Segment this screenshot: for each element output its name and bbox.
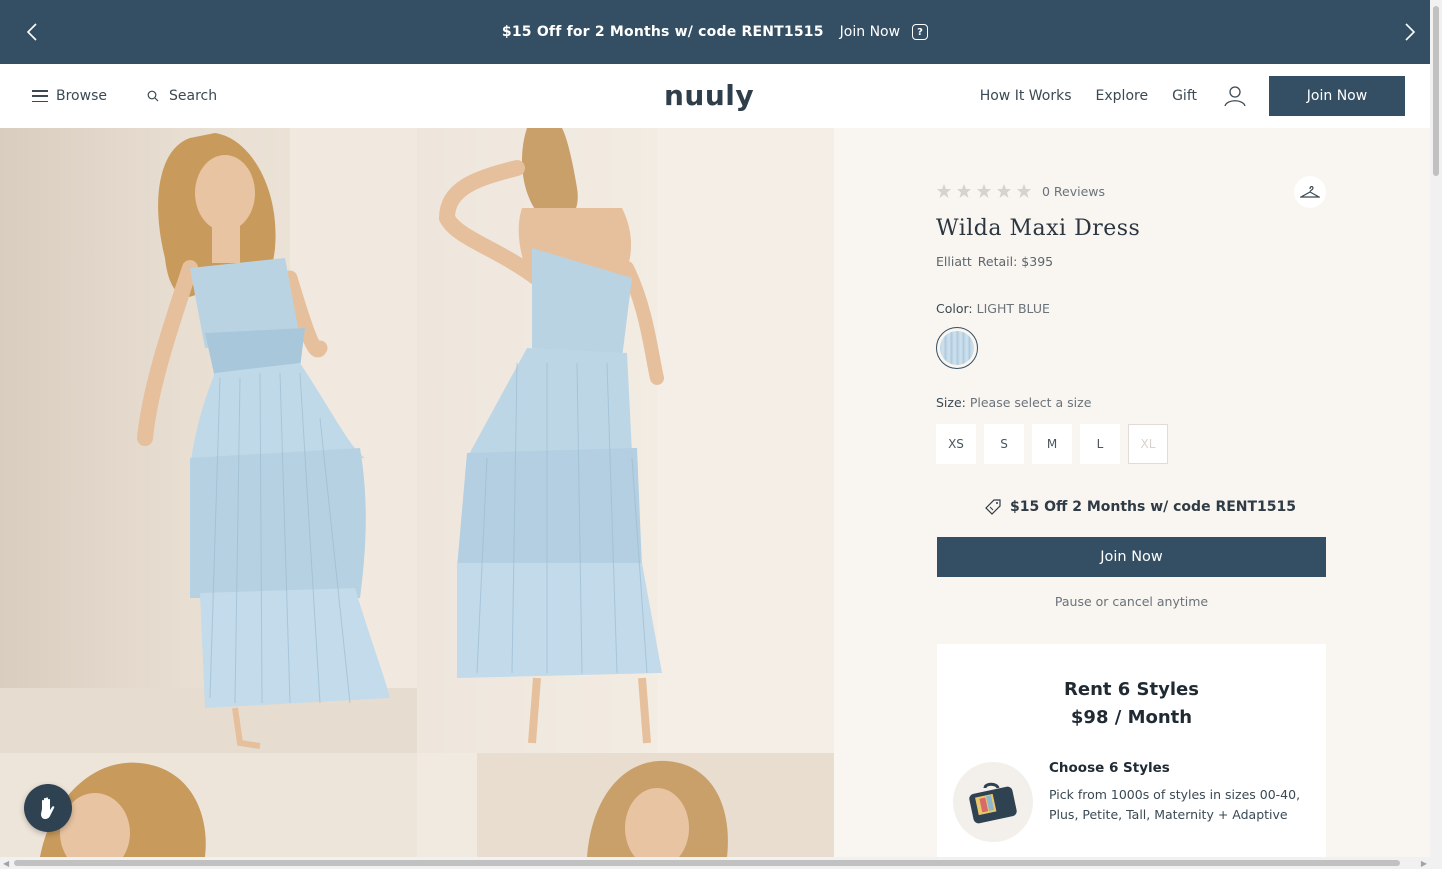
chevron-right-icon xyxy=(1405,23,1416,41)
retail-price: Retail: $395 xyxy=(977,254,1054,269)
browse-label: Browse xyxy=(56,88,107,104)
product-gallery xyxy=(0,128,834,857)
color-swatch-light-blue[interactable] xyxy=(936,327,978,369)
search-icon xyxy=(147,90,159,102)
pause-cancel-note: Pause or cancel anytime xyxy=(1054,594,1209,609)
search-label: Search xyxy=(168,88,218,104)
help-icon[interactable]: ? xyxy=(912,24,929,40)
promo-code-text: $15 Off 2 Months w/ code RENT1515 xyxy=(1010,499,1297,515)
star-icon xyxy=(997,184,1011,198)
vertical-scrollbar[interactable] xyxy=(1430,0,1442,869)
plan-card: Rent 6 Styles $98 / Month Choose 6 Style… xyxy=(937,644,1326,857)
size-prompt: Please select a size xyxy=(969,395,1092,410)
color-value: LIGHT BLUE xyxy=(976,301,1050,316)
product-photo-detail-2[interactable] xyxy=(417,753,834,857)
star-icon xyxy=(937,184,951,198)
user-icon xyxy=(1224,86,1246,107)
chat-button[interactable] xyxy=(24,784,72,832)
account-button[interactable] xyxy=(1223,84,1247,108)
star-icon xyxy=(957,184,971,198)
promo-banner: $15 Off for 2 Months w/ code RENT1515 Jo… xyxy=(0,0,1430,64)
scroll-left-icon[interactable]: ◀ xyxy=(3,859,9,868)
bag-icon xyxy=(953,762,1033,842)
size-option-xs[interactable]: XS xyxy=(936,424,976,464)
chevron-left-icon xyxy=(26,23,37,41)
save-to-closet-button[interactable] xyxy=(1294,176,1326,208)
header-join-button[interactable]: Join Now xyxy=(1269,76,1405,116)
product-title: Wilda Maxi Dress xyxy=(936,216,1141,241)
size-option-s[interactable]: S xyxy=(984,424,1024,464)
size-option-l[interactable]: L xyxy=(1080,424,1120,464)
size-selector: XS S M L XL xyxy=(936,424,1176,464)
plan-heading: Rent 6 Styles $98 / Month xyxy=(1064,679,1199,728)
site-header: Browse Search nuuly How It Works Explore… xyxy=(0,64,1430,128)
size-label: Size: Please select a size xyxy=(936,395,1092,410)
size-option-m[interactable]: M xyxy=(1032,424,1072,464)
promo-prev-button[interactable] xyxy=(18,18,46,46)
plan-step-title: Choose 6 Styles xyxy=(1049,760,1170,776)
product-details-panel: 0 Reviews Wilda Maxi Dress Elliatt Retail… xyxy=(834,128,1430,857)
search-button[interactable]: Search xyxy=(147,88,217,104)
vertical-scroll-thumb[interactable] xyxy=(1433,6,1439,176)
star-icon xyxy=(977,184,991,198)
product-brand-line: Elliatt Retail: $395 xyxy=(936,254,1053,269)
promo-next-button[interactable] xyxy=(1396,18,1424,46)
size-option-xl: XL xyxy=(1128,424,1168,464)
horizontal-scroll-thumb[interactable] xyxy=(14,860,1400,866)
product-brand[interactable]: Elliatt xyxy=(936,254,972,269)
horizontal-scrollbar[interactable]: ◀ ▶ xyxy=(0,857,1430,869)
site-logo[interactable]: nuuly xyxy=(664,79,754,112)
join-now-button[interactable]: Join Now xyxy=(937,537,1326,577)
hanger-icon xyxy=(1300,186,1320,198)
reviews-count[interactable]: 0 Reviews xyxy=(1042,184,1105,199)
nav-explore[interactable]: Explore xyxy=(1096,88,1149,104)
promo-code-line: $15 Off 2 Months w/ code RENT1515 xyxy=(984,498,1296,516)
product-photo-front[interactable] xyxy=(0,128,417,753)
nav-gift[interactable]: Gift xyxy=(1172,88,1197,104)
browse-button[interactable]: Browse xyxy=(32,88,107,104)
menu-icon xyxy=(32,90,48,102)
promo-join-link[interactable]: Join Now xyxy=(840,24,900,40)
star-icon xyxy=(1017,184,1031,198)
promo-message: $15 Off for 2 Months w/ code RENT1515 xyxy=(501,24,824,40)
tag-icon xyxy=(985,499,1001,515)
color-label: Color: LIGHT BLUE xyxy=(936,301,1050,316)
waving-hand-icon xyxy=(41,797,55,819)
scroll-right-icon[interactable]: ▶ xyxy=(1421,859,1427,868)
plan-step-description: Pick from 1000s of styles in sizes 00-40… xyxy=(1049,787,1301,822)
product-photo-back[interactable] xyxy=(417,128,834,753)
nav-how-it-works[interactable]: How It Works xyxy=(980,88,1072,104)
product-rating[interactable]: 0 Reviews xyxy=(936,183,1105,199)
